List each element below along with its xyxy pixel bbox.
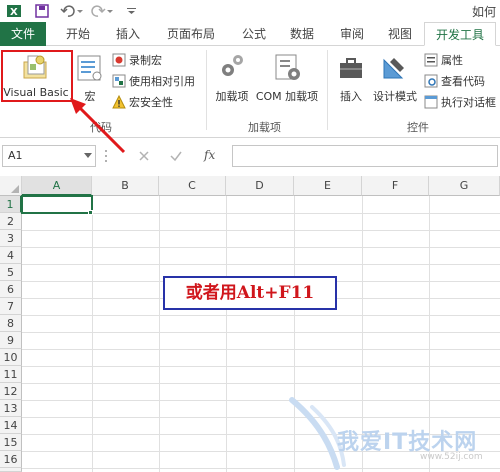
watermark-url: www.52ij.com xyxy=(420,452,483,462)
